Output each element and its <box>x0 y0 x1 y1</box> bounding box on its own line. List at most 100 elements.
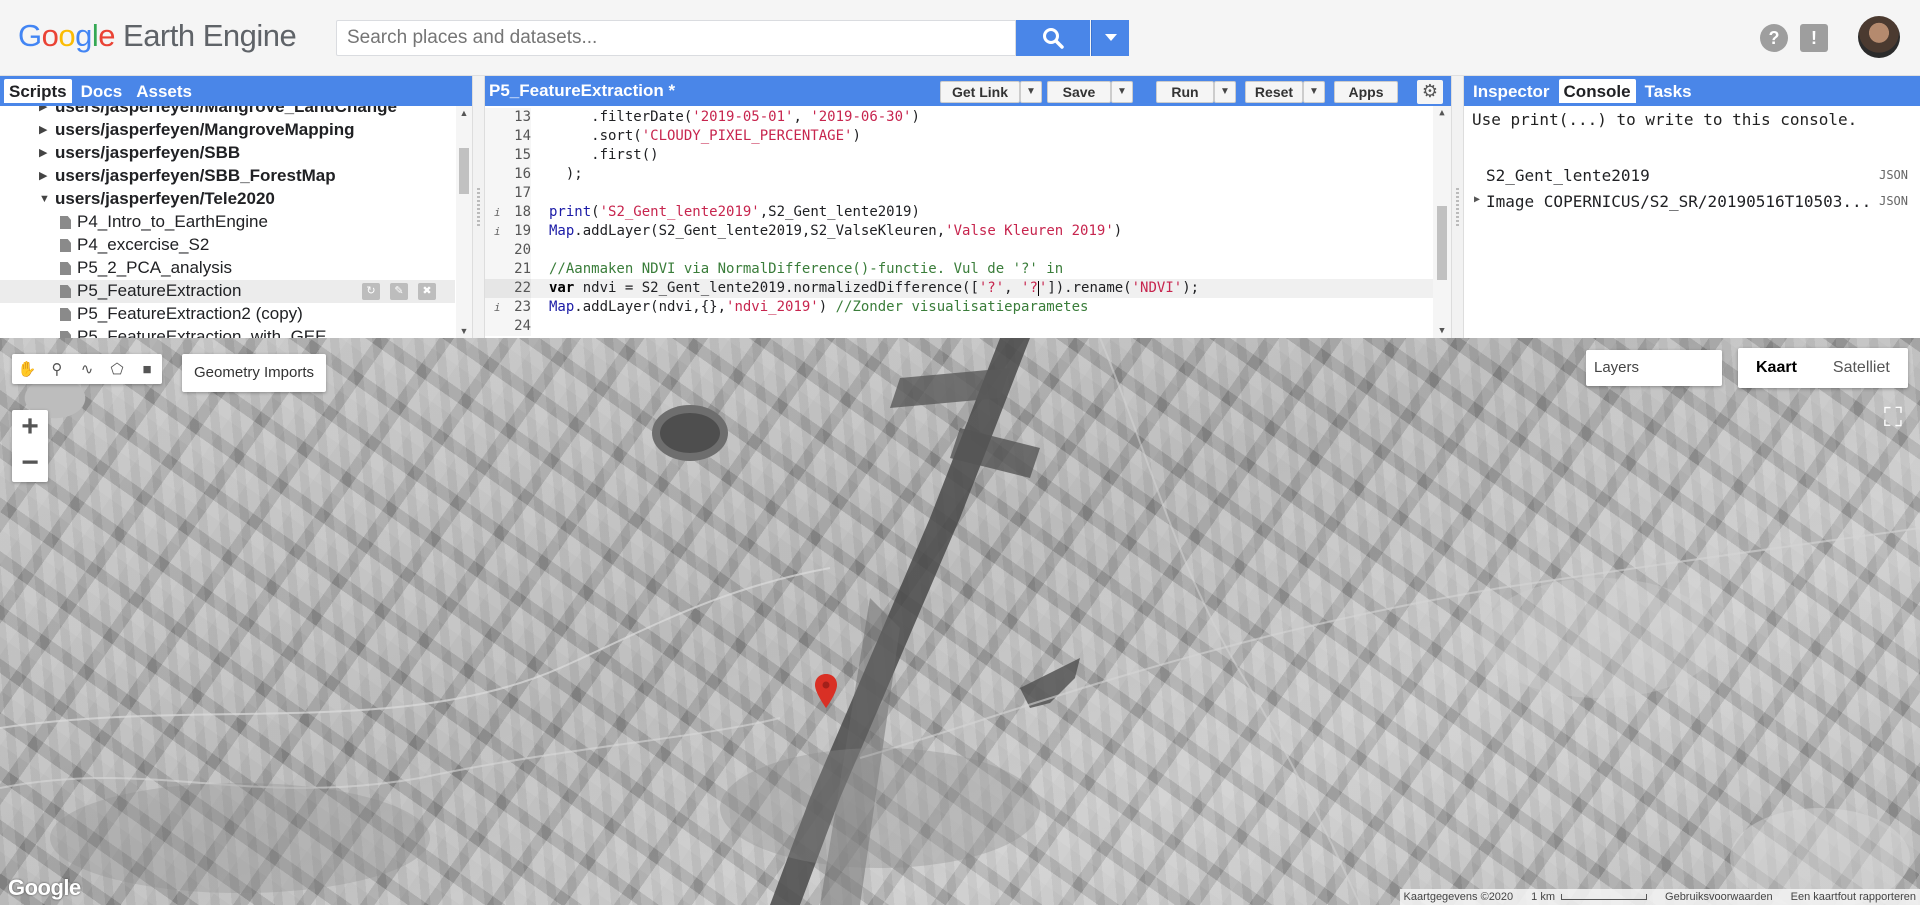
earth-engine-logo[interactable]: Google Earth Engine <box>18 18 297 54</box>
tree-file[interactable]: P4_excercise_S2 <box>0 234 455 257</box>
map-type-satelliet[interactable]: Satelliet <box>1815 348 1908 388</box>
info-icon[interactable]: i <box>494 203 501 222</box>
file-icon <box>60 239 71 252</box>
report-error-link[interactable]: Een kaartfout rapporteren <box>1791 891 1916 903</box>
scroll-thumb[interactable] <box>1437 206 1447 280</box>
map-view[interactable]: ✋ ⚲ ∿ ⬠ ■ Geometry Imports + − Layers Ka… <box>0 338 1920 905</box>
save-dropdown[interactable]: ▼ <box>1111 81 1133 103</box>
file-icon <box>60 308 71 321</box>
caret-right-icon[interactable]: ▶ <box>39 106 47 118</box>
code-area[interactable]: 13 .filterDate('2019-05-01', '2019-06-30… <box>485 106 1451 338</box>
code-line[interactable]: 17 <box>485 184 1451 203</box>
geometry-imports-button[interactable]: Geometry Imports <box>182 354 327 392</box>
code-line[interactable]: 23 i Map.addLayer(ndvi,{},'ndvi_2019') //Z… <box>485 298 1451 317</box>
tab-docs[interactable]: Docs <box>76 79 128 103</box>
search-input[interactable]: Search places and datasets... <box>336 20 1016 56</box>
script-title: P5_FeatureExtraction * <box>489 81 676 100</box>
line-number: 21 <box>485 260 531 279</box>
chevron-down-icon <box>1104 34 1117 41</box>
tree-folder[interactable]: ▶ users/jasperfeyen/SBB_ForestMap <box>0 165 455 188</box>
tab-scripts[interactable]: Scripts <box>4 79 72 103</box>
code-line[interactable]: 18 i print('S2_Gent_lente2019',S2_Gent_len… <box>485 203 1451 222</box>
search-icon <box>1043 28 1064 49</box>
console-entry[interactable]: S2_Gent_lente2019 JSON <box>1472 166 1912 188</box>
get-link-dropdown[interactable]: ▼ <box>1020 81 1042 103</box>
rectangle-icon[interactable]: ■ <box>132 354 162 384</box>
code-scrollbar[interactable]: ▲ ▼ <box>1433 106 1451 338</box>
caret-right-icon[interactable]: ▶ <box>39 142 47 164</box>
tab-inspector[interactable]: Inspector <box>1468 79 1555 103</box>
polygon-icon[interactable]: ⬠ <box>102 354 132 384</box>
run-button[interactable]: Run <box>1156 81 1214 103</box>
line-icon[interactable]: ∿ <box>72 354 102 384</box>
tree-folder[interactable]: ▶ users/jasperfeyen/MangroveMapping <box>0 119 455 142</box>
search-button[interactable] <box>1016 20 1090 56</box>
caret-down-icon[interactable]: ▼ <box>39 188 50 210</box>
search-dropdown-button[interactable] <box>1091 20 1129 56</box>
code-line[interactable]: 20 <box>485 241 1451 260</box>
console-entry[interactable]: ▶ Image COPERNICUS/S2_SR/20190516T10503.… <box>1472 192 1912 214</box>
caret-right-icon[interactable]: ▶ <box>39 165 47 187</box>
map-marker-icon[interactable] <box>815 674 837 708</box>
zoom-out-button[interactable]: − <box>12 446 48 482</box>
delete-icon[interactable]: ✖ <box>418 283 436 300</box>
json-link[interactable]: JSON <box>1879 168 1908 182</box>
code-line[interactable]: 16 ); <box>485 165 1451 184</box>
code-line[interactable]: 24 <box>485 317 1451 336</box>
info-icon[interactable]: i <box>494 222 501 241</box>
tree-file[interactable]: P5_FeatureExtraction2 (copy) <box>0 303 455 326</box>
tree-folder[interactable]: ▶ users/jasperfeyen/SBB <box>0 142 455 165</box>
zoom-in-button[interactable]: + <box>12 410 48 446</box>
layers-button[interactable]: Layers <box>1586 350 1722 386</box>
fullscreen-icon[interactable]: ⛶ <box>1876 400 1910 434</box>
code-line[interactable]: 21 //Aanmaken NDVI via NormalDifference()… <box>485 260 1451 279</box>
map-type-control: Kaart Satelliet <box>1738 348 1908 388</box>
tree-folder[interactable]: ▶ users/jasperfeyen/Mangrove_LandChange <box>0 106 455 119</box>
reset-button[interactable]: Reset <box>1245 81 1303 103</box>
info-icon[interactable]: i <box>494 298 501 317</box>
panel-resizer-right[interactable] <box>1452 76 1463 338</box>
apps-button[interactable]: Apps <box>1334 81 1398 103</box>
tab-assets[interactable]: Assets <box>131 79 197 103</box>
tree-file[interactable]: P5_FeatureExtraction_with_GEE <box>0 326 455 338</box>
gear-icon[interactable]: ⚙ <box>1417 80 1443 104</box>
help-icon[interactable]: ? <box>1760 24 1788 52</box>
row-actions: ↻ ✎ ✖ <box>362 283 436 300</box>
history-icon[interactable]: ↻ <box>362 283 380 300</box>
feedback-icon[interactable]: ! <box>1800 24 1828 52</box>
panel-resizer-left[interactable] <box>473 76 484 338</box>
console-panel: Inspector Console Tasks Use print(...) t… <box>1463 76 1920 338</box>
marker-icon[interactable]: ⚲ <box>42 354 72 384</box>
tab-console[interactable]: Console <box>1558 79 1636 103</box>
caret-right-icon[interactable]: ▶ <box>1474 194 1480 205</box>
reset-dropdown[interactable]: ▼ <box>1303 81 1325 103</box>
hand-icon[interactable]: ✋ <box>12 354 42 384</box>
tree-scrollbar[interactable]: ▲ ▼ <box>456 106 472 338</box>
scroll-up-icon[interactable]: ▲ <box>456 108 472 118</box>
tab-tasks[interactable]: Tasks <box>1640 79 1697 103</box>
terms-link[interactable]: Gebruiksvoorwaarden <box>1665 891 1773 903</box>
scroll-up-icon[interactable]: ▲ <box>1433 108 1451 118</box>
code-line[interactable]: 15 .first() <box>485 146 1451 165</box>
code-line[interactable]: 13 .filterDate('2019-05-01', '2019-06-30… <box>485 108 1451 127</box>
code-line[interactable]: 14 .sort('CLOUDY_PIXEL_PERCENTAGE') <box>485 127 1451 146</box>
code-text: .sort('CLOUDY_PIXEL_PERCENTAGE') <box>549 128 861 144</box>
json-link[interactable]: JSON <box>1879 194 1908 208</box>
scroll-down-icon[interactable]: ▼ <box>1433 326 1451 336</box>
caret-right-icon[interactable]: ▶ <box>39 119 47 141</box>
rename-icon[interactable]: ✎ <box>390 283 408 300</box>
save-button[interactable]: Save <box>1047 81 1111 103</box>
tree-file[interactable]: P4_Intro_to_EarthEngine <box>0 211 455 234</box>
run-dropdown[interactable]: ▼ <box>1214 81 1236 103</box>
tree-file-selected[interactable]: P5_FeatureExtraction ↻ ✎ ✖ <box>0 280 455 303</box>
code-line[interactable]: 22 var ndvi = S2_Gent_lente2019.normalize… <box>485 279 1451 298</box>
avatar[interactable] <box>1858 16 1900 58</box>
right-tabbar: Inspector Console Tasks <box>1464 76 1920 106</box>
tree-file[interactable]: P5_2_PCA_analysis <box>0 257 455 280</box>
get-link-button[interactable]: Get Link <box>940 81 1020 103</box>
code-line[interactable]: 19 i Map.addLayer(S2_Gent_lente2019,S2_Val… <box>485 222 1451 241</box>
map-type-kaart[interactable]: Kaart <box>1738 348 1815 388</box>
scroll-thumb[interactable] <box>459 148 469 194</box>
scroll-down-icon[interactable]: ▼ <box>456 326 472 336</box>
tree-folder[interactable]: ▼ users/jasperfeyen/Tele2020 <box>0 188 455 211</box>
